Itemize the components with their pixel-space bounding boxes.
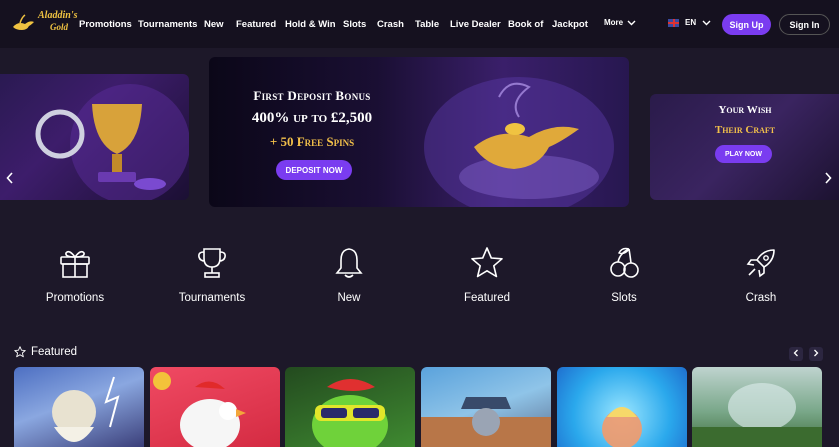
game-tile[interactable] bbox=[150, 367, 280, 447]
category-slots[interactable] bbox=[574, 246, 674, 280]
rocket-icon bbox=[746, 249, 775, 278]
game-thumbnail bbox=[153, 372, 246, 447]
top-navigation: Aladdin's Gold Promotions Tournaments Ne… bbox=[0, 0, 839, 48]
more-menu-button[interactable]: More bbox=[604, 18, 636, 27]
nav-item-featured[interactable]: Featured bbox=[236, 19, 276, 30]
carousel-next-button[interactable] bbox=[821, 170, 835, 188]
nav-item-jackpot[interactable]: Jackpot bbox=[552, 19, 588, 30]
featured-title: Featured bbox=[31, 346, 78, 358]
category-label-featured: Featured bbox=[463, 292, 511, 304]
logo-text-line1: Aladdin's bbox=[38, 10, 78, 21]
game-tile[interactable] bbox=[421, 367, 551, 447]
game-thumbnail bbox=[602, 407, 642, 447]
featured-prev-button[interactable] bbox=[789, 347, 803, 361]
sign-in-button[interactable]: Sign In bbox=[779, 14, 830, 35]
category-tournaments[interactable] bbox=[162, 246, 262, 280]
bell-icon bbox=[335, 248, 363, 278]
star-icon bbox=[471, 247, 503, 278]
star-icon bbox=[14, 346, 26, 358]
language-selector[interactable]: EN bbox=[668, 18, 711, 27]
bonus-amount: 400% up to £2,500 bbox=[251, 110, 373, 126]
more-label: More bbox=[604, 18, 624, 27]
chevron-left-icon bbox=[793, 349, 798, 357]
bonus-free-spins: + 50 Free Spins bbox=[269, 134, 355, 149]
nav-item-hold-and-win[interactable]: Hold & Win bbox=[285, 19, 336, 30]
category-new[interactable] bbox=[299, 246, 399, 280]
your-wish-heading: Your Wish bbox=[718, 104, 772, 116]
nav-item-table[interactable]: Table bbox=[415, 19, 439, 30]
carousel-slide-deposit-bonus[interactable] bbox=[209, 57, 629, 207]
category-featured[interactable] bbox=[437, 246, 537, 280]
category-promotions[interactable] bbox=[25, 246, 125, 280]
nav-item-live-dealer[interactable]: Live Dealer bbox=[450, 19, 501, 30]
nav-item-book-of[interactable]: Book of bbox=[508, 19, 543, 30]
category-label-new: New bbox=[337, 292, 361, 304]
game-tile[interactable] bbox=[285, 367, 415, 447]
chevron-down-icon bbox=[702, 20, 711, 25]
game-thumbnail bbox=[692, 383, 822, 447]
carousel-slide-trophy[interactable] bbox=[0, 74, 189, 200]
uk-flag-icon bbox=[668, 18, 679, 27]
language-label: EN bbox=[685, 18, 697, 27]
game-thumbnail bbox=[312, 379, 388, 447]
their-craft-heading: Their Craft bbox=[714, 124, 776, 136]
featured-next-button[interactable] bbox=[809, 347, 823, 361]
game-tile[interactable] bbox=[557, 367, 687, 447]
deposit-now-button[interactable]: DEPOSIT NOW bbox=[276, 160, 352, 180]
carousel-prev-button[interactable] bbox=[3, 170, 17, 188]
play-now-button[interactable]: PLAY NOW bbox=[715, 145, 772, 163]
lamp-icon bbox=[13, 14, 34, 30]
category-label-crash: Crash bbox=[745, 292, 777, 304]
aladdins-gold-logo[interactable]: Aladdin's Gold bbox=[10, 7, 77, 41]
cherries-icon bbox=[610, 247, 639, 278]
category-label-slots: Slots bbox=[611, 292, 637, 304]
category-label-tournaments: Tournaments bbox=[178, 292, 246, 304]
featured-section-header: Featured bbox=[14, 346, 77, 358]
sign-up-button[interactable]: Sign Up bbox=[722, 14, 771, 35]
logo-text-line2: Gold bbox=[50, 22, 68, 32]
chevron-left-icon bbox=[6, 172, 13, 184]
nav-item-tournaments[interactable]: Tournaments bbox=[138, 19, 197, 30]
category-label-promotions: Promotions bbox=[45, 292, 105, 304]
gift-icon bbox=[60, 250, 90, 278]
chevron-right-icon bbox=[814, 349, 819, 357]
chevron-right-icon bbox=[825, 172, 832, 184]
category-crash[interactable] bbox=[711, 246, 811, 280]
game-thumbnail bbox=[52, 376, 120, 442]
nav-item-slots[interactable]: Slots bbox=[343, 19, 366, 30]
chevron-down-icon bbox=[627, 20, 636, 25]
trophy-icon bbox=[198, 248, 226, 278]
nav-item-promotions[interactable]: Promotions bbox=[79, 19, 132, 30]
game-tile[interactable] bbox=[692, 367, 822, 447]
bonus-title: First Deposit Bonus bbox=[253, 88, 371, 103]
trophy-artwork bbox=[35, 84, 189, 200]
game-tile[interactable] bbox=[14, 367, 144, 447]
nav-item-crash[interactable]: Crash bbox=[377, 19, 404, 30]
game-thumbnail bbox=[421, 397, 551, 447]
nav-item-new[interactable]: New bbox=[204, 19, 224, 30]
magic-lamp-artwork bbox=[424, 77, 614, 207]
